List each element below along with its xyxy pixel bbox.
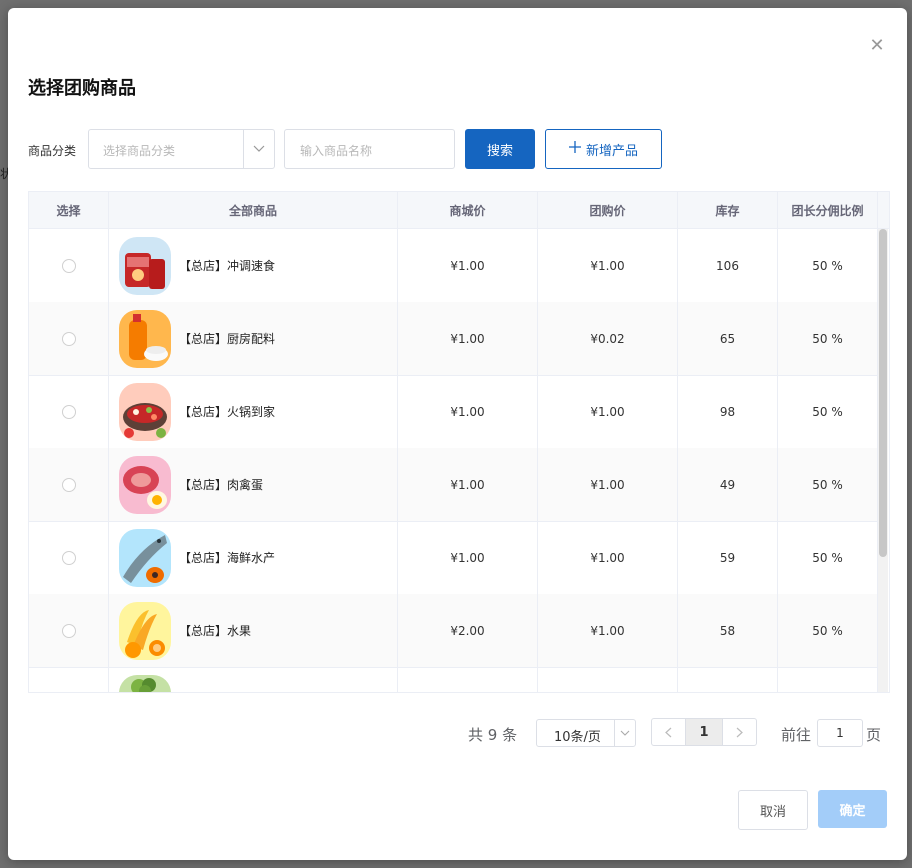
commission-ratio: 50 % [778, 375, 878, 448]
group-price: ¥1.00 [538, 521, 678, 594]
row-radio[interactable] [61, 477, 76, 492]
product-thumbnail [119, 309, 171, 368]
product-name: 【总店】冲调速食 [179, 259, 276, 273]
mall-price [398, 667, 538, 692]
row-radio[interactable] [61, 623, 76, 638]
stock: 65 [678, 302, 778, 375]
header-stock: 库存 [678, 192, 778, 228]
commission-ratio: 50 % [778, 229, 878, 302]
confirm-button[interactable]: 确定 [818, 790, 887, 828]
chevron-right-icon [736, 727, 743, 737]
table-row[interactable]: 【总店】厨房配料 ¥1.00 ¥0.02 65 50 % [29, 302, 878, 376]
chevron-down-icon[interactable] [243, 130, 274, 168]
page-size-select[interactable]: 10条/页 [536, 719, 636, 747]
stock: 98 [678, 375, 778, 448]
mall-price: ¥1.00 [398, 302, 538, 375]
group-price: ¥1.00 [538, 448, 678, 521]
row-radio[interactable] [61, 258, 76, 273]
stock: 59 [678, 521, 778, 594]
select-group-goods-dialog: ✕ 选择团购商品 商品分类 选择商品分类 输入商品名称 搜索 新增产品 选择 全… [8, 8, 907, 860]
mall-price: ¥1.00 [398, 448, 538, 521]
table-row[interactable]: 【总店】水果 ¥2.00 ¥1.00 58 50 % [29, 594, 878, 668]
header-all-goods: 全部商品 [109, 192, 398, 228]
commission-ratio [778, 667, 878, 692]
pagination: 共 9 条 10条/页 1 前往 1 页 [8, 718, 907, 748]
plus-icon [568, 141, 581, 157]
table-row[interactable] [29, 667, 878, 692]
group-price: ¥1.00 [538, 375, 678, 448]
group-price: ¥1.00 [538, 229, 678, 302]
goto-page-input[interactable]: 1 [817, 719, 863, 747]
total-count: 共 9 条 [468, 726, 518, 744]
commission-ratio: 50 % [778, 448, 878, 521]
header-group-price: 团购价 [538, 192, 678, 228]
page-size-value: 10条/页 [554, 730, 601, 745]
group-price: ¥0.02 [538, 302, 678, 375]
product-name: 【总店】火锅到家 [179, 405, 276, 419]
header-select: 选择 [29, 192, 109, 228]
product-thumbnail [119, 528, 171, 587]
commission-ratio: 50 % [778, 302, 878, 375]
header-mall-price: 商城价 [398, 192, 538, 228]
page-suffix: 页 [866, 726, 882, 744]
table-body: 【总店】冲调速食 ¥1.00 ¥1.00 106 50 % 【总店】厨房配料 ¥… [29, 229, 878, 692]
stock: 106 [678, 229, 778, 302]
prev-page-button[interactable] [651, 718, 686, 746]
header-commission-ratio: 团长分佣比例 [778, 192, 878, 228]
mall-price: ¥1.00 [398, 229, 538, 302]
goods-table: 选择 全部商品 商城价 团购价 库存 团长分佣比例 【总店】冲调速食 ¥1.00… [28, 191, 890, 693]
add-product-label: 新增产品 [585, 143, 638, 159]
category-placeholder: 选择商品分类 [103, 144, 176, 158]
table-row[interactable]: 【总店】肉禽蛋 ¥1.00 ¥1.00 49 50 % [29, 448, 878, 522]
product-thumbnail [119, 382, 171, 441]
page-number-current[interactable]: 1 [685, 718, 723, 746]
cancel-button[interactable]: 取消 [738, 790, 808, 830]
commission-ratio: 50 % [778, 521, 878, 594]
chevron-left-icon [665, 727, 672, 737]
scrollbar-thumb[interactable] [879, 229, 887, 557]
stock: 49 [678, 448, 778, 521]
filter-bar: 商品分类 选择商品分类 输入商品名称 搜索 新增产品 [28, 129, 888, 169]
chevron-down-icon[interactable] [614, 720, 635, 746]
product-name: 【总店】肉禽蛋 [179, 478, 264, 492]
row-radio[interactable] [61, 550, 76, 565]
goods-name-placeholder: 输入商品名称 [300, 144, 373, 158]
mall-price: ¥1.00 [398, 521, 538, 594]
table-header: 选择 全部商品 商城价 团购价 库存 团长分佣比例 [29, 192, 889, 229]
table-row[interactable]: 【总店】火锅到家 ¥1.00 ¥1.00 98 50 % [29, 375, 878, 449]
mall-price: ¥1.00 [398, 375, 538, 448]
product-thumbnail [119, 601, 171, 660]
group-price [538, 667, 678, 692]
add-product-button[interactable]: 新增产品 [545, 129, 662, 169]
category-label: 商品分类 [28, 144, 77, 158]
product-name: 【总店】水果 [179, 624, 252, 638]
goods-name-input[interactable]: 输入商品名称 [284, 129, 455, 169]
table-row[interactable]: 【总店】海鲜水产 ¥1.00 ¥1.00 59 50 % [29, 521, 878, 595]
table-scrollbar[interactable] [878, 229, 888, 692]
commission-ratio: 50 % [778, 594, 878, 667]
goto-label: 前往 [781, 726, 812, 744]
next-page-button[interactable] [722, 718, 757, 746]
dialog-title: 选择团购商品 [28, 78, 136, 99]
row-radio[interactable] [61, 404, 76, 419]
product-thumbnail [119, 455, 171, 514]
mall-price: ¥2.00 [398, 594, 538, 667]
product-thumbnail [119, 236, 171, 295]
group-price: ¥1.00 [538, 594, 678, 667]
product-name: 【总店】厨房配料 [179, 332, 276, 346]
table-row[interactable]: 【总店】冲调速食 ¥1.00 ¥1.00 106 50 % [29, 229, 878, 303]
stock: 58 [678, 594, 778, 667]
close-icon[interactable]: ✕ [869, 37, 885, 55]
row-radio[interactable] [61, 331, 76, 346]
product-thumbnail [119, 674, 171, 692]
product-name: 【总店】海鲜水产 [179, 551, 276, 565]
category-select[interactable]: 选择商品分类 [88, 129, 275, 169]
stock [678, 667, 778, 692]
search-button[interactable]: 搜索 [465, 129, 535, 169]
